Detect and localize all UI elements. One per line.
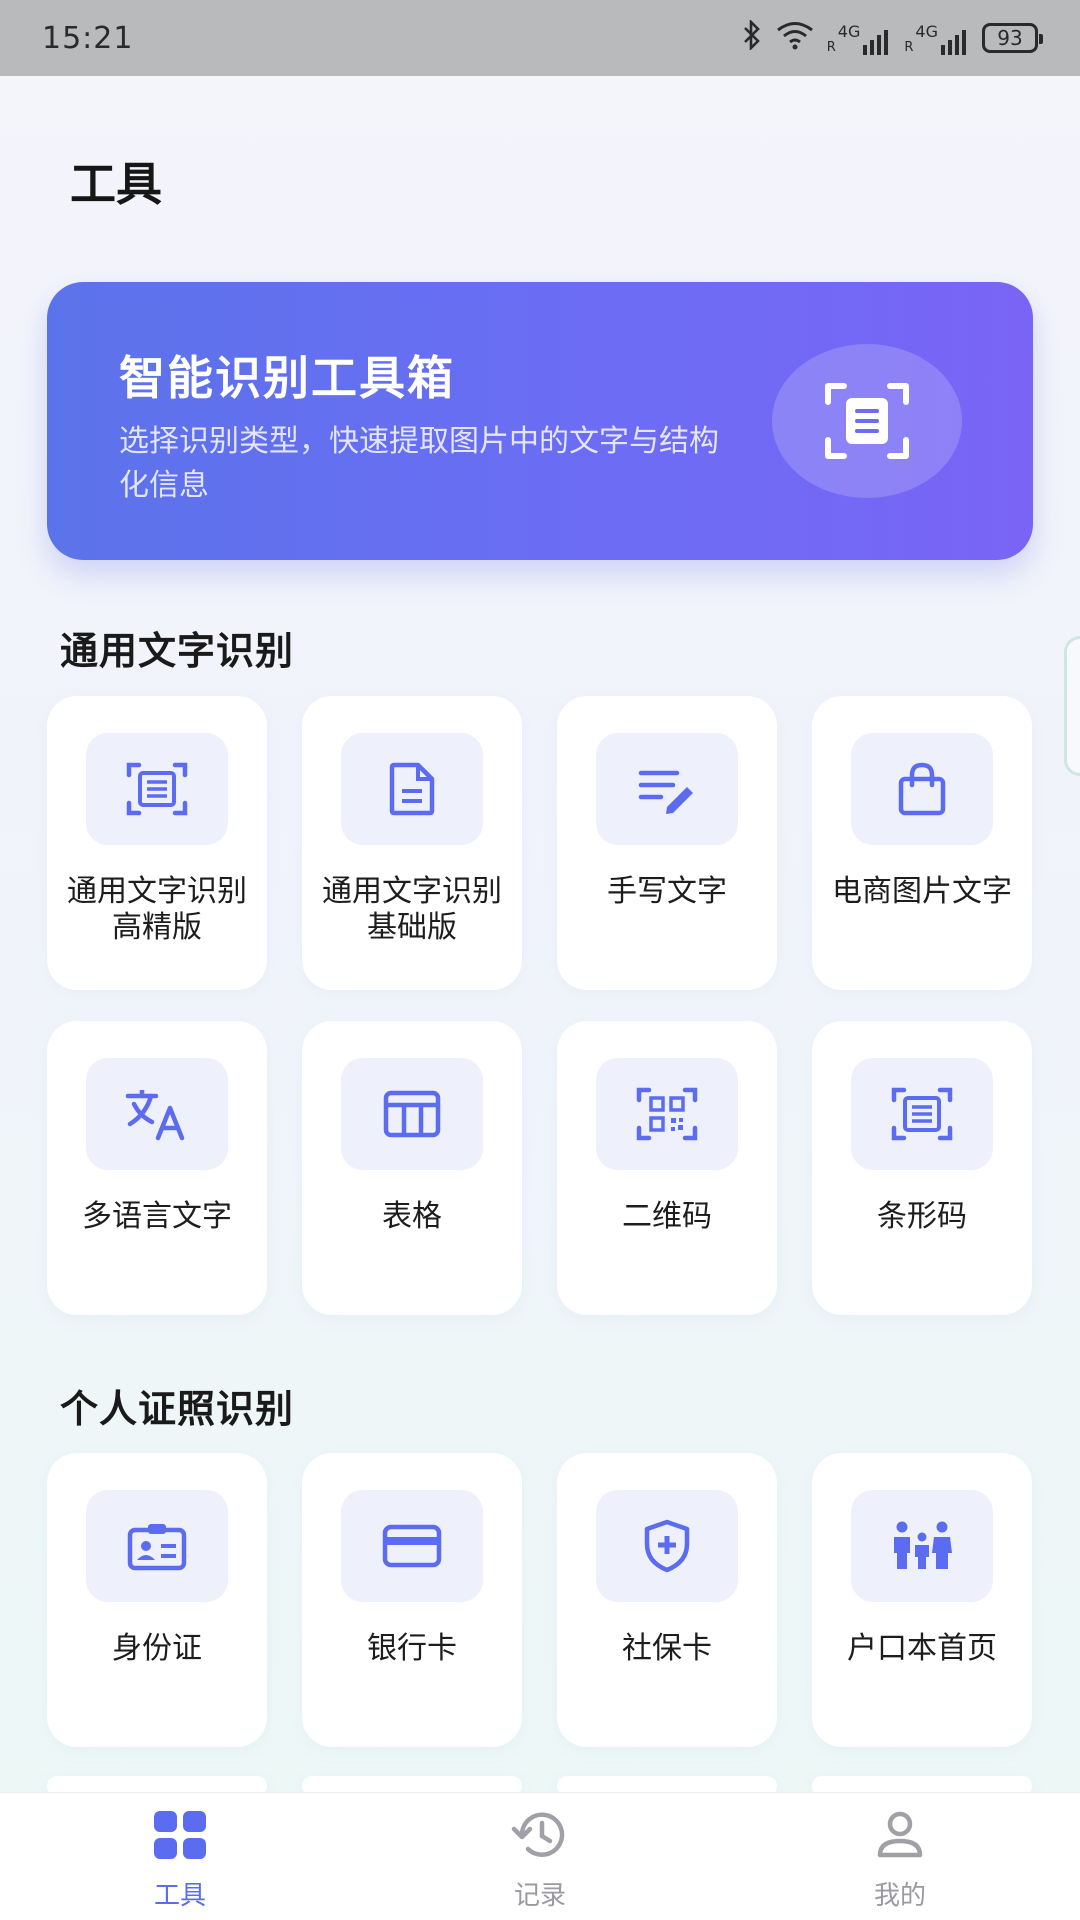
tile-social-security-card[interactable]: 社保卡: [557, 1453, 777, 1747]
network-type-2: 4G: [915, 21, 938, 41]
scan-text-icon: [86, 733, 228, 845]
history-icon: [510, 1807, 570, 1863]
battery-indicator: 93: [982, 23, 1043, 53]
tile-label: 身份证: [112, 1631, 202, 1666]
wifi-icon: [775, 20, 815, 56]
section-title-general-ocr: 通用文字识别: [60, 629, 295, 673]
side-float-handle[interactable]: [1064, 636, 1080, 776]
handwriting-icon: [596, 733, 738, 845]
user-icon: [870, 1807, 930, 1863]
banner-title: 智能识别工具箱: [119, 351, 455, 405]
tile-label: 银行卡: [367, 1631, 457, 1666]
tab-tools[interactable]: 工具: [0, 1793, 360, 1920]
tile-qr-code[interactable]: 二维码: [557, 1021, 777, 1315]
scan-document-icon: [772, 344, 962, 498]
tile-bank-card[interactable]: 银行卡: [302, 1453, 522, 1747]
section-title-personal-id: 个人证照识别: [60, 1387, 295, 1431]
status-time: 15:21: [42, 20, 134, 56]
tab-label: 记录: [513, 1881, 566, 1911]
banner-subtitle: 选择识别类型，快速提取图片中的文字与结构化信息: [119, 424, 719, 503]
document-icon: [341, 733, 483, 845]
grid-icon: [150, 1807, 210, 1863]
tile-ecommerce-image-text[interactable]: 电商图片文字: [812, 696, 1032, 990]
tile-barcode[interactable]: 条形码: [812, 1021, 1032, 1315]
tile-multilingual-text[interactable]: 多语言文字: [47, 1021, 267, 1315]
tile-label: 表格: [382, 1199, 442, 1234]
status-icons: R 4G R 4G 93: [741, 18, 1043, 56]
tile-general-ocr-basic[interactable]: 通用文字识别基础版: [302, 696, 522, 990]
signal-icon-2: R 4G: [904, 22, 970, 55]
tile-general-ocr-accurate[interactable]: 通用文字识别高精版: [47, 696, 267, 990]
qr-code-icon: [596, 1058, 738, 1170]
tile-table[interactable]: 表格: [302, 1021, 522, 1315]
bank-card-icon: [341, 1490, 483, 1602]
barcode-scan-icon: [851, 1058, 993, 1170]
signal-icon-1: R 4G: [827, 22, 893, 55]
tile-label: 多语言文字: [82, 1199, 232, 1234]
tile-label: 手写文字: [607, 874, 727, 909]
tile-label: 通用文字识别高精版: [67, 874, 247, 945]
tile-label: 二维码: [622, 1199, 712, 1234]
id-card-icon: [86, 1490, 228, 1602]
tile-label: 户口本首页: [847, 1631, 997, 1666]
tile-id-card[interactable]: 身份证: [47, 1453, 267, 1747]
tab-label: 我的: [873, 1881, 926, 1911]
tile-household-register[interactable]: 户口本首页: [812, 1453, 1032, 1747]
shopping-bag-icon: [851, 733, 993, 845]
table-icon: [341, 1058, 483, 1170]
bluetooth-icon: [741, 18, 763, 56]
toolbox-banner[interactable]: 智能识别工具箱 选择识别类型，快速提取图片中的文字与结构化信息: [47, 282, 1033, 560]
page-title: 工具: [70, 157, 162, 211]
tile-label: 通用文字识别基础版: [322, 874, 502, 945]
tile-handwriting[interactable]: 手写文字: [557, 696, 777, 990]
tile-label: 社保卡: [622, 1631, 712, 1666]
tab-profile[interactable]: 我的: [720, 1793, 1080, 1920]
status-bar: 15:21 R 4G R 4G 93: [0, 0, 1080, 76]
tab-history[interactable]: 记录: [360, 1793, 720, 1920]
bottom-tab-bar: 工具 记录 我的: [0, 1792, 1080, 1920]
translate-icon: [86, 1058, 228, 1170]
network-type-1: 4G: [837, 21, 861, 41]
tile-label: 电商图片文字: [832, 874, 1012, 909]
family-icon: [851, 1490, 993, 1602]
tab-label: 工具: [153, 1881, 206, 1911]
shield-plus-icon: [596, 1490, 738, 1602]
tile-label: 条形码: [877, 1199, 967, 1234]
